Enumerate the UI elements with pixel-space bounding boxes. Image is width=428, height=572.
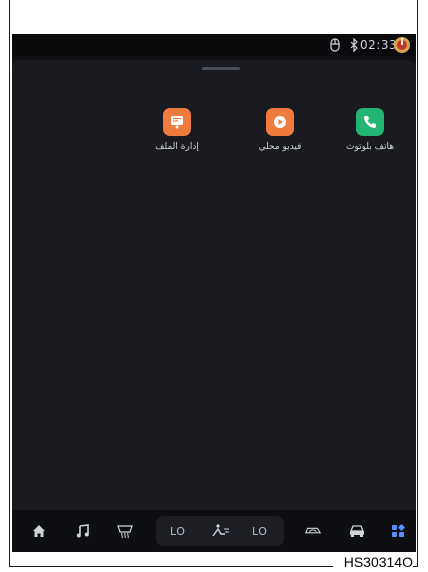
status-bar: 02:33 — [12, 34, 416, 56]
apps-grid-icon[interactable] — [389, 522, 407, 540]
car-icon[interactable] — [348, 522, 366, 540]
video-play-icon — [266, 108, 294, 136]
defrost-icon[interactable] — [116, 522, 134, 540]
infotainment-screen: 02:33 هاتف بلوتوث فيديو محلي إدارة الملف — [12, 34, 416, 552]
document-code: HS30314O — [333, 554, 413, 571]
app-drawer: هاتف بلوتوث فيديو محلي إدارة الملف — [12, 60, 416, 538]
right-temperature[interactable]: LO — [252, 525, 267, 538]
phone-icon — [356, 108, 384, 136]
climate-control: LO LO — [156, 516, 284, 546]
app-file-manager[interactable]: إدارة الملف — [137, 108, 217, 152]
left-temperature[interactable]: LO — [170, 525, 185, 538]
music-icon[interactable] — [74, 522, 92, 540]
bottom-dock: LO LO — [12, 510, 416, 552]
power-icon[interactable] — [394, 37, 410, 53]
app-bluetooth-phone[interactable]: هاتف بلوتوث — [330, 108, 410, 152]
status-time: 02:33 — [360, 38, 398, 52]
mouse-icon — [330, 38, 340, 52]
app-label: إدارة الملف — [155, 142, 199, 152]
bluetooth-icon — [349, 37, 359, 53]
file-manager-icon — [163, 108, 191, 136]
app-label: هاتف بلوتوث — [346, 142, 394, 152]
app-label: فيديو محلي — [258, 142, 302, 152]
fan-airflow-icon[interactable] — [210, 523, 232, 543]
drawer-handle[interactable] — [202, 67, 240, 70]
recirculation-icon[interactable] — [304, 522, 322, 540]
home-icon[interactable] — [30, 522, 48, 540]
app-local-video[interactable]: فيديو محلي — [240, 108, 320, 152]
